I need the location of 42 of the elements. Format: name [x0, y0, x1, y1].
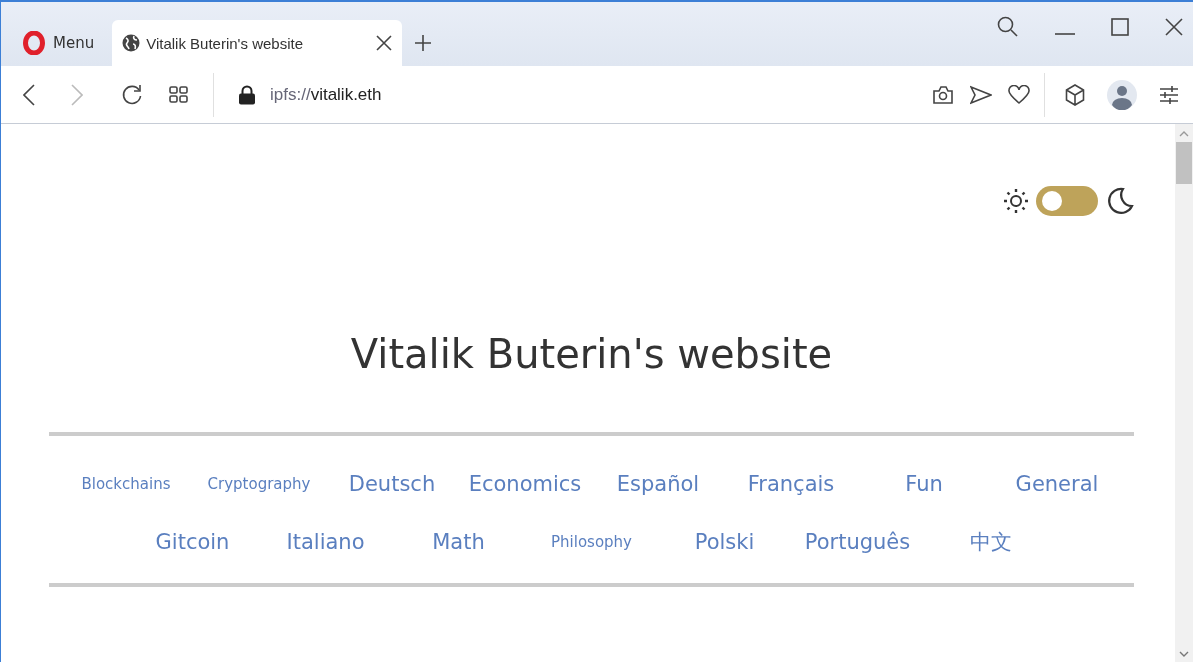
category-link[interactable]: Economics [458, 465, 592, 503]
category-link[interactable]: Math [392, 523, 525, 561]
category-link[interactable]: Français [724, 465, 858, 503]
category-link[interactable]: Deutsch [325, 465, 459, 503]
browser-tab[interactable]: Vitalik Buterin's website [112, 20, 403, 66]
avatar-icon[interactable] [1107, 79, 1137, 110]
back-icon[interactable] [23, 83, 35, 106]
category-link[interactable]: General [990, 465, 1124, 503]
logo-icon [23, 31, 45, 55]
category-link[interactable]: Cryptography [192, 465, 326, 503]
category-link[interactable]: Fun [857, 465, 991, 503]
globe-icon [122, 34, 141, 52]
settings-icon[interactable] [1159, 85, 1179, 104]
category-link[interactable]: Blockchains [59, 465, 193, 503]
search-icon[interactable] [997, 16, 1019, 38]
lock-icon[interactable] [238, 84, 256, 105]
grid-icon[interactable] [169, 85, 189, 104]
cube-icon[interactable] [1065, 83, 1085, 106]
new-tab-icon[interactable] [414, 34, 433, 52]
heart-icon[interactable] [1008, 84, 1030, 105]
scroll-thumb[interactable] [1176, 142, 1192, 184]
minimize-icon[interactable] [1055, 32, 1075, 36]
scrollbar[interactable] [1175, 124, 1193, 662]
scroll-down-icon[interactable] [1179, 650, 1189, 658]
category-link[interactable]: 中文 [924, 523, 1057, 561]
send-icon[interactable] [970, 84, 992, 105]
page-title: Vitalik Buterin's website [349, 330, 834, 379]
menu-button[interactable]: Menu [17, 20, 113, 66]
close-icon[interactable] [376, 35, 393, 51]
theme-toggle[interactable] [1036, 186, 1098, 216]
reload-icon[interactable] [121, 83, 143, 106]
maximize-icon[interactable] [1111, 18, 1129, 36]
category-link[interactable]: Philosophy [525, 523, 658, 561]
category-link[interactable]: Español [591, 465, 725, 503]
category-link[interactable]: Polski [658, 523, 791, 561]
category-link[interactable]: Gitcoin [126, 523, 259, 561]
category-link[interactable]: Italiano [259, 523, 392, 561]
address-field[interactable]: ipfs://vitalik.eth [270, 84, 932, 105]
sun-icon [1002, 187, 1030, 215]
category-link[interactable]: Português [791, 523, 924, 561]
close-icon[interactable] [1165, 18, 1183, 36]
camera-icon[interactable] [932, 84, 954, 105]
